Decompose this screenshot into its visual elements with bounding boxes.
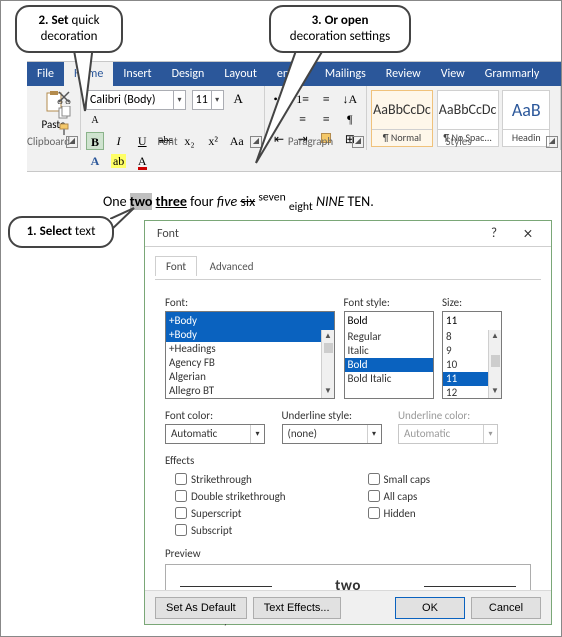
dialog-footer: Set As Default Text Effects... OK Cancel	[145, 590, 551, 624]
group-label-styles: Styles	[367, 135, 550, 148]
underline-style-dropdown[interactable]: (none)▾	[282, 424, 382, 444]
underline-color-dropdown: Automatic▾	[398, 424, 498, 444]
dialog-tab-font[interactable]: Font	[155, 256, 197, 276]
text-effects-dialog-button[interactable]: Text Effects...	[253, 597, 341, 619]
styles-dialog-launcher[interactable]: ◢	[546, 136, 558, 148]
effects-label: Effects	[165, 454, 531, 467]
cancel-button[interactable]: Cancel	[471, 597, 541, 619]
group-label-font: Font	[81, 135, 254, 148]
callout-3-tail	[238, 45, 338, 165]
underline-color-label: Underline color:	[398, 409, 508, 422]
ok-button[interactable]: OK	[395, 597, 465, 619]
underline-style-label: Underline style:	[282, 409, 392, 422]
font-color-button[interactable]: A	[133, 152, 151, 170]
sort-button[interactable]: ↓A	[341, 90, 359, 108]
chk-hidden[interactable]: Hidden	[368, 505, 508, 522]
text-effects-button[interactable]: A	[86, 152, 104, 170]
pilcrow-button[interactable]: ¶	[341, 110, 359, 128]
clipboard-dialog-launcher[interactable]: ◢	[66, 136, 78, 148]
font-label: Font:	[165, 296, 335, 309]
size-listbox[interactable]: 11 8 9 10 11 12 ▲▼	[442, 311, 502, 399]
group-label-clipboard: Clipboard	[27, 135, 70, 148]
style-listbox[interactable]: Bold Regular Italic Bold Bold Italic	[344, 311, 434, 399]
style-label: Font style:	[344, 296, 434, 309]
chk-double-strikethrough[interactable]: Double strikethrough	[175, 488, 365, 505]
chk-superscript[interactable]: Superscript	[175, 505, 365, 522]
callout-2: 2. Set quick decoration	[15, 5, 123, 53]
dialog-title: Font	[157, 227, 179, 241]
tab-view[interactable]: View	[431, 62, 475, 86]
font-color-label: Font color:	[165, 409, 275, 422]
dialog-tabs: Font Advanced	[155, 255, 541, 279]
callout-3: 3. Or open decoration settings	[269, 5, 411, 53]
format-painter-icon[interactable]	[57, 122, 71, 136]
chk-subscript[interactable]: Subscript	[175, 522, 365, 539]
highlight-button[interactable]: ab	[110, 152, 128, 170]
tab-insert[interactable]: Insert	[113, 62, 161, 86]
size-label: Size:	[442, 296, 502, 309]
callout-2-tail	[63, 45, 103, 115]
font-list-scrollbar[interactable]: ▲▼	[321, 330, 334, 398]
font-color-dropdown[interactable]: Automatic▾	[165, 424, 265, 444]
close-button[interactable]: ×	[511, 223, 545, 244]
help-button[interactable]: ?	[477, 226, 511, 241]
paragraph-dialog-launcher[interactable]: ◢	[352, 136, 364, 148]
font-dialog: Font ? × Font Advanced Font: +Body +Body…	[144, 220, 552, 625]
tab-file[interactable]: File	[27, 62, 64, 86]
callout-1-tail	[110, 203, 150, 233]
tab-review[interactable]: Review	[376, 62, 431, 86]
preview-label: Preview	[165, 547, 531, 560]
chk-strikethrough[interactable]: Strikethrough	[175, 471, 365, 488]
font-listbox[interactable]: +Body +Body +Headings Agency FB Algerian…	[165, 311, 335, 399]
chk-small-caps[interactable]: Small caps	[368, 471, 508, 488]
chk-all-caps[interactable]: All caps	[368, 488, 508, 505]
callout-1: 1. Select text	[8, 216, 114, 248]
tab-design[interactable]: Design	[162, 62, 215, 86]
font-size-combo[interactable]: 11▾	[192, 90, 224, 110]
dialog-tab-advanced[interactable]: Advanced	[200, 257, 264, 276]
tab-grammarly[interactable]: Grammarly	[475, 62, 550, 86]
group-styles: AaBbCcDc¶ Normal AaBbCcDc¶ No Spac... Aa…	[367, 86, 561, 150]
set-default-button[interactable]: Set As Default	[155, 597, 247, 619]
dialog-titlebar: Font ? ×	[145, 221, 551, 247]
size-list-scrollbar[interactable]: ▲▼	[488, 330, 501, 398]
